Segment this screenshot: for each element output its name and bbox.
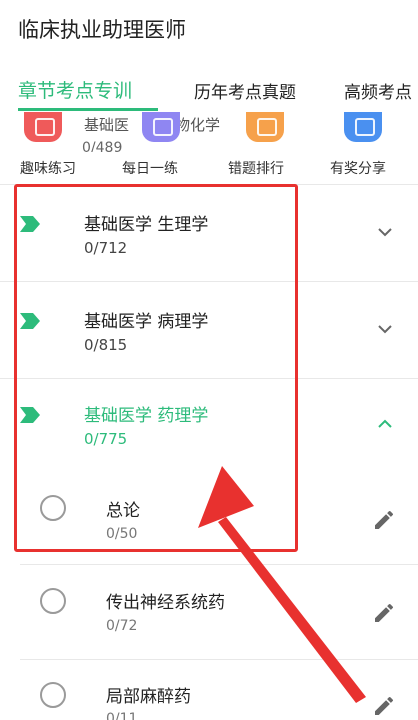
section-item[interactable]: 传出神经系统药 0/72 <box>20 565 418 659</box>
action-daily-label[interactable]: 每日一练 <box>122 158 178 178</box>
ranking-icon[interactable] <box>246 112 284 142</box>
chapter-title: 基础医学 病理学 <box>84 312 209 332</box>
action-share-label[interactable]: 有奖分享 <box>330 158 386 178</box>
radio-button[interactable] <box>40 682 66 708</box>
chapter-item[interactable]: 基础医学 生理学 0/712 <box>0 185 418 281</box>
flag-icon <box>20 407 40 423</box>
section-item[interactable]: 局部麻醉药 0/11 <box>20 660 418 720</box>
share-icon[interactable] <box>344 112 382 142</box>
chapter-item[interactable]: 基础医学 病理学 0/815 <box>0 282 418 378</box>
chevron-down-icon[interactable] <box>374 318 396 340</box>
tab-high-frequency[interactable]: 高频考点 <box>344 78 412 103</box>
section-count: 0/11 <box>106 711 138 720</box>
daily-icon[interactable] <box>142 112 180 142</box>
chapter-title: 基础医学 药理学 <box>84 406 209 426</box>
partial-row-count: 0/489 <box>82 140 123 152</box>
app-title: 临床执业助理医师 <box>18 18 186 42</box>
partial-row-text-a: 基础医 <box>84 116 130 134</box>
section-title: 局部麻醉药 <box>106 687 191 707</box>
radio-button[interactable] <box>40 495 66 521</box>
active-tab-indicator <box>18 108 158 111</box>
section-count: 0/50 <box>106 526 138 542</box>
chapter-count: 0/712 <box>84 239 128 257</box>
radio-button[interactable] <box>40 588 66 614</box>
chapter-count: 0/775 <box>84 430 128 448</box>
chapter-item-expanded[interactable]: 基础医学 药理学 0/775 <box>0 379 418 475</box>
section-item[interactable]: 总论 0/50 <box>20 470 418 564</box>
chapter-title: 基础医学 生理学 <box>84 215 209 235</box>
chapter-count: 0/815 <box>84 336 128 354</box>
action-strip: 趣味练习 每日一练 错题排行 有奖分享 <box>0 158 418 182</box>
pencil-icon[interactable] <box>372 601 396 625</box>
tab-chapter-training[interactable]: 章节考点专训 <box>18 76 132 103</box>
tab-past-exams[interactable]: 历年考点真题 <box>194 78 296 103</box>
pencil-icon[interactable] <box>372 694 396 718</box>
flag-icon <box>20 216 40 232</box>
chevron-up-icon[interactable] <box>374 413 396 435</box>
practice-icon[interactable] <box>24 112 62 142</box>
section-title: 传出神经系统药 <box>106 593 225 613</box>
flag-icon <box>20 313 40 329</box>
action-ranking-label[interactable]: 错题排行 <box>228 158 284 178</box>
section-title: 总论 <box>106 501 140 521</box>
action-practice-label[interactable]: 趣味练习 <box>20 158 76 178</box>
chevron-down-icon[interactable] <box>374 221 396 243</box>
tab-bar: 章节考点专训 历年考点真题 高频考点 <box>0 72 418 112</box>
pencil-icon[interactable] <box>372 508 396 532</box>
section-count: 0/72 <box>106 618 138 634</box>
